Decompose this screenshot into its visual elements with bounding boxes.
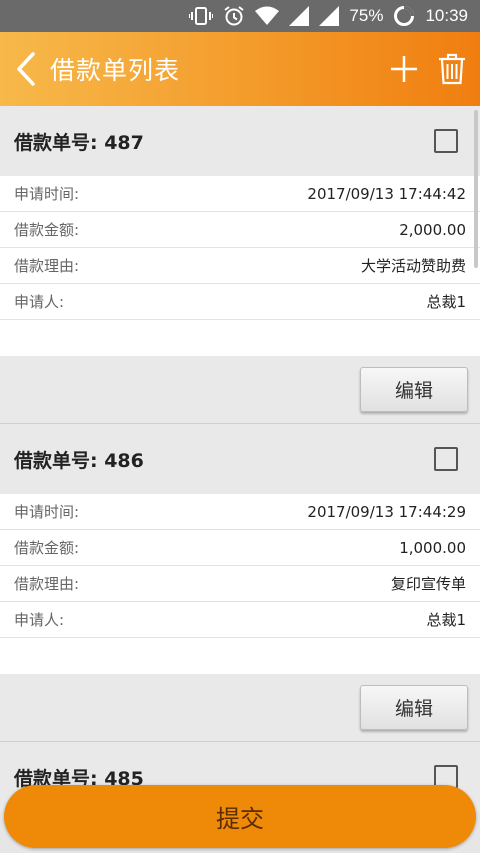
reason-label: 借款理由: bbox=[14, 257, 80, 275]
scrollbar-thumb[interactable] bbox=[474, 110, 478, 268]
applicant-value: 总裁1 bbox=[426, 293, 466, 311]
battery-icon bbox=[393, 5, 415, 27]
alarm-icon bbox=[223, 5, 245, 27]
card-spacer bbox=[0, 320, 480, 356]
amount-value: 1,000.00 bbox=[399, 538, 466, 557]
vibrate-icon bbox=[189, 6, 214, 26]
applied-time-value: 2017/09/13 17:44:29 bbox=[307, 502, 466, 521]
card-spacer bbox=[0, 638, 480, 674]
detail-row: 申请人: 总裁1 bbox=[0, 602, 480, 638]
detail-row: 借款理由: 复印宣传单 bbox=[0, 566, 480, 602]
status-bar: 75% 10:39 bbox=[0, 0, 480, 32]
loan-list[interactable]: 借款单号: 487 申请时间: 2017/09/13 17:44:42 借款金额… bbox=[0, 106, 480, 853]
header-actions bbox=[380, 32, 480, 106]
loan-card: 借款单号: 487 申请时间: 2017/09/13 17:44:42 借款金额… bbox=[0, 106, 480, 424]
amount-label: 借款金额: bbox=[14, 221, 80, 239]
applied-time-label: 申请时间: bbox=[14, 503, 80, 521]
reason-label: 借款理由: bbox=[14, 575, 80, 593]
submit-button[interactable]: 提交 bbox=[4, 785, 476, 848]
delete-button[interactable] bbox=[428, 32, 476, 106]
signal-icon bbox=[289, 6, 310, 26]
loan-number: 借款单号: 487 bbox=[14, 131, 144, 154]
applicant-label: 申请人: bbox=[14, 293, 65, 311]
card-header: 借款单号: 487 bbox=[0, 106, 480, 176]
detail-row: 申请时间: 2017/09/13 17:44:29 bbox=[0, 494, 480, 530]
card-footer: 编辑 bbox=[0, 356, 480, 424]
trash-icon bbox=[439, 53, 465, 85]
wifi-icon bbox=[255, 6, 280, 26]
amount-value: 2,000.00 bbox=[399, 220, 466, 239]
applied-time-value: 2017/09/13 17:44:42 bbox=[307, 184, 466, 203]
reason-value: 大学活动赞助费 bbox=[360, 257, 466, 275]
clock: 10:39 bbox=[425, 6, 468, 25]
signal-icon-2 bbox=[319, 6, 340, 26]
card-details: 申请时间: 2017/09/13 17:44:29 借款金额: 1,000.00… bbox=[0, 494, 480, 674]
select-checkbox[interactable] bbox=[434, 129, 458, 153]
loan-number: 借款单号: 486 bbox=[14, 449, 144, 472]
reason-value: 复印宣传单 bbox=[390, 575, 466, 593]
edit-button[interactable]: 编辑 bbox=[360, 367, 468, 412]
applied-time-label: 申请时间: bbox=[14, 185, 80, 203]
card-header: 借款单号: 486 bbox=[0, 424, 480, 494]
app-header: 借款单列表 bbox=[0, 32, 480, 106]
edit-button[interactable]: 编辑 bbox=[360, 685, 468, 730]
chevron-left-icon bbox=[17, 52, 35, 86]
plus-icon bbox=[391, 56, 417, 82]
select-checkbox[interactable] bbox=[434, 447, 458, 471]
applicant-label: 申请人: bbox=[14, 611, 65, 629]
back-button[interactable] bbox=[0, 32, 52, 106]
loan-card: 借款单号: 486 申请时间: 2017/09/13 17:44:29 借款金额… bbox=[0, 424, 480, 742]
add-button[interactable] bbox=[380, 32, 428, 106]
card-details: 申请时间: 2017/09/13 17:44:42 借款金额: 2,000.00… bbox=[0, 176, 480, 356]
detail-row: 申请人: 总裁1 bbox=[0, 284, 480, 320]
battery-percent: 75% bbox=[349, 6, 384, 25]
amount-label: 借款金额: bbox=[14, 539, 80, 557]
detail-row: 申请时间: 2017/09/13 17:44:42 bbox=[0, 176, 480, 212]
detail-row: 借款金额: 2,000.00 bbox=[0, 212, 480, 248]
detail-row: 借款理由: 大学活动赞助费 bbox=[0, 248, 480, 284]
page-title: 借款单列表 bbox=[50, 56, 181, 85]
applicant-value: 总裁1 bbox=[426, 611, 466, 629]
card-footer: 编辑 bbox=[0, 674, 480, 742]
detail-row: 借款金额: 1,000.00 bbox=[0, 530, 480, 566]
